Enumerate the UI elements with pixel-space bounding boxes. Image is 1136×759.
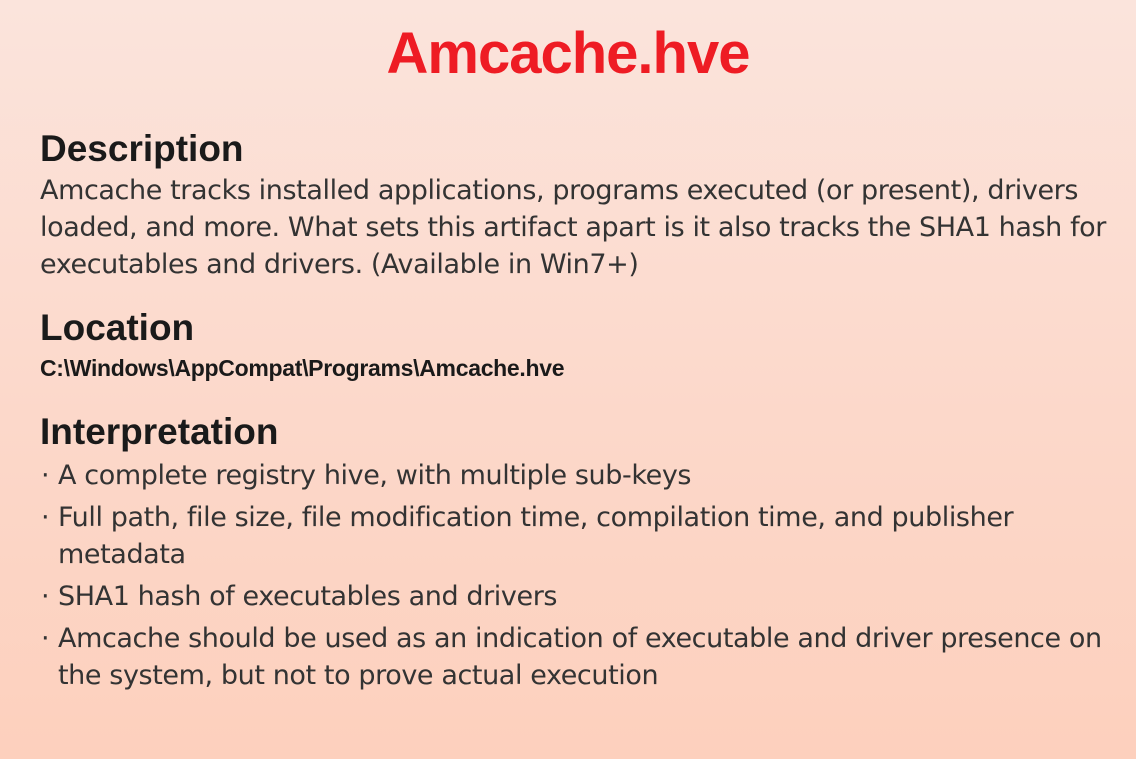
- interpretation-list: · A complete registry hive, with multipl…: [40, 457, 1120, 694]
- interpretation-item-text: Amcache should be used as an indication …: [58, 623, 1102, 691]
- interpretation-item-text: SHA1 hash of executables and drivers: [58, 581, 558, 612]
- location-section: Location C:\Windows\AppCompat\Programs\A…: [40, 305, 1120, 385]
- interpretation-item: · SHA1 hash of executables and drivers: [40, 578, 1120, 615]
- content-area: Description Amcache tracks installed app…: [40, 126, 1120, 699]
- interpretation-section: Interpretation · A complete registry hiv…: [40, 409, 1120, 694]
- interpretation-item: · Full path, file size, file modificatio…: [40, 499, 1120, 573]
- bullet-icon: ·: [41, 502, 50, 533]
- bullet-icon: ·: [41, 460, 50, 491]
- description-text: Amcache tracks installed applications, p…: [40, 175, 1106, 280]
- interpretation-item: · Amcache should be used as an indicatio…: [40, 620, 1120, 694]
- location-heading: Location: [40, 307, 195, 348]
- interpretation-item-text: Full path, file size, file modification …: [58, 502, 1014, 570]
- bullet-icon: ·: [41, 623, 50, 654]
- location-path: C:\Windows\AppCompat\Programs\Amcache.hv…: [40, 355, 565, 381]
- bullet-icon: ·: [41, 581, 50, 612]
- interpretation-heading: Interpretation: [40, 411, 279, 452]
- description-heading: Description: [40, 128, 244, 169]
- interpretation-item: · A complete registry hive, with multipl…: [40, 457, 1120, 494]
- interpretation-item-text: A complete registry hive, with multiple …: [58, 460, 692, 491]
- description-section: Description Amcache tracks installed app…: [40, 126, 1120, 283]
- page-title: Amcache.hve: [386, 21, 751, 86]
